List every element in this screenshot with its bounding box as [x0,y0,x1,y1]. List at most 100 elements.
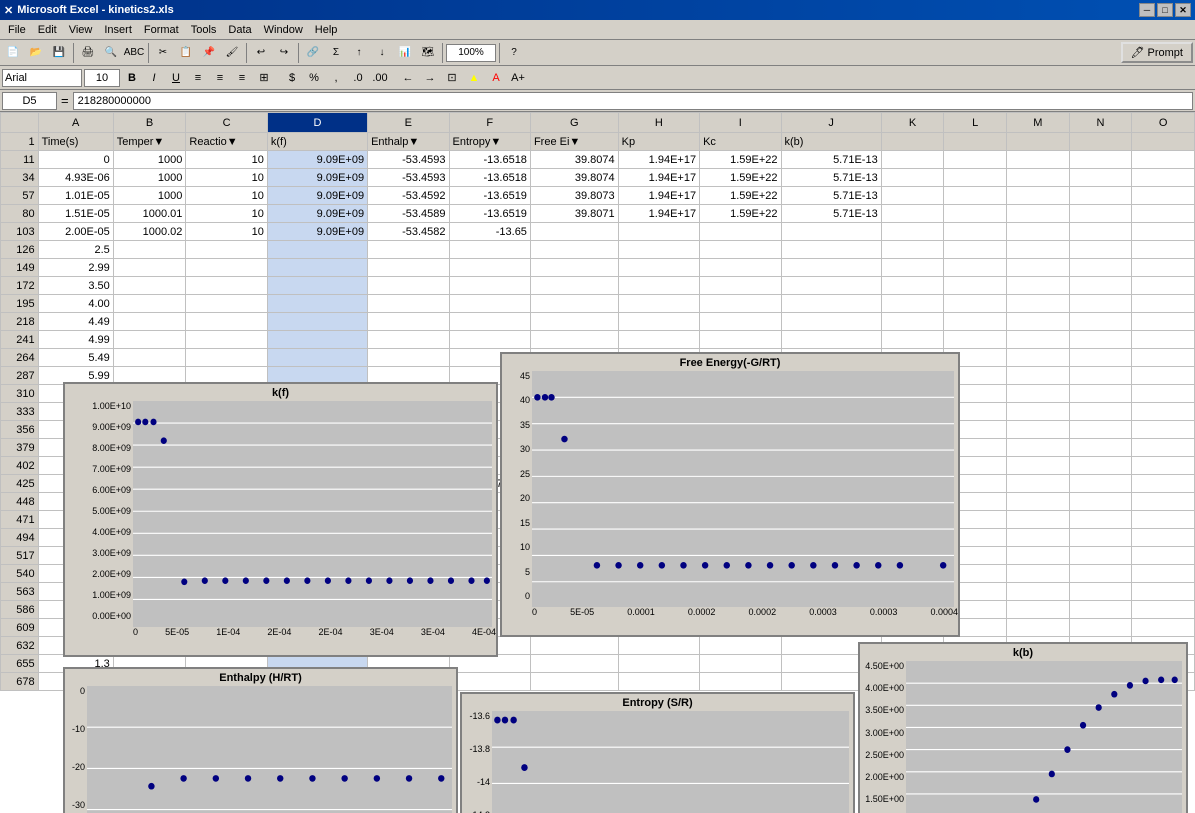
cell-r287-c13[interactable] [1069,367,1132,385]
cell-r287-c12[interactable] [1007,367,1070,385]
cell-r241-c12[interactable] [1007,331,1070,349]
cell-r149-c3[interactable] [267,259,367,277]
cell-r149-c8[interactable] [700,259,781,277]
cell-r402-c13[interactable] [1069,457,1132,475]
chart-kf[interactable]: k(f) 1.00E+10 9.00E+09 8.00E+09 7.00E+09… [63,382,498,657]
cell-r103-c12[interactable] [1007,223,1070,241]
cell-r1-c0[interactable]: Time(s) [38,133,113,151]
menu-edit[interactable]: Edit [32,22,63,38]
col-header-l[interactable]: L [944,113,1007,133]
cell-r310-c13[interactable] [1069,385,1132,403]
cell-r149-c10[interactable] [881,259,944,277]
align-left-button[interactable]: ≡ [188,68,208,88]
cell-r80-c1[interactable]: 1000.01 [113,205,186,223]
cell-r11-c7[interactable]: 1.94E+17 [618,151,699,169]
cell-r218-c5[interactable] [449,313,530,331]
menu-insert[interactable]: Insert [98,22,138,38]
cell-r241-c9[interactable] [781,331,881,349]
drawing-button[interactable]: 🗺 [417,42,439,64]
cell-r195-c9[interactable] [781,295,881,313]
cell-r103-c4[interactable]: -53.4582 [368,223,449,241]
zoom-input[interactable]: 100% [446,44,496,62]
cell-r149-c5[interactable] [449,259,530,277]
increase-indent-button[interactable]: → [420,68,440,88]
cell-r34-c14[interactable] [1132,169,1195,187]
cell-r333-c12[interactable] [1007,403,1070,421]
cell-r1-c8[interactable]: Kc [700,133,781,151]
col-header-c[interactable]: C [186,113,267,133]
cell-r1-c5[interactable]: Entropy▼ [449,133,530,151]
help-button[interactable]: ? [503,42,525,64]
cell-r195-c7[interactable] [618,295,699,313]
cell-r425-c14[interactable] [1132,475,1195,493]
cell-r356-c12[interactable] [1007,421,1070,439]
cell-r402-c12[interactable] [1007,457,1070,475]
cell-r103-c9[interactable] [781,223,881,241]
open-button[interactable]: 📂 [25,42,47,64]
cell-r172-c0[interactable]: 3.50 [38,277,113,295]
cell-r241-c1[interactable] [113,331,186,349]
cell-r632-c6[interactable] [530,637,618,655]
col-header-i[interactable]: I [700,113,781,133]
cell-r172-c10[interactable] [881,277,944,295]
cell-r241-c14[interactable] [1132,331,1195,349]
cell-r149-c13[interactable] [1069,259,1132,277]
cell-r126-c1[interactable] [113,241,186,259]
cell-r264-c3[interactable] [267,349,367,367]
cell-r103-c2[interactable]: 10 [186,223,267,241]
cell-r195-c8[interactable] [700,295,781,313]
menu-data[interactable]: Data [222,22,257,38]
cell-r1-c13[interactable] [1069,133,1132,151]
decrease-decimal-button[interactable]: .00 [370,68,390,88]
cell-r241-c0[interactable]: 4.99 [38,331,113,349]
save-button[interactable]: 💾 [48,42,70,64]
cell-r126-c9[interactable] [781,241,881,259]
cell-r149-c12[interactable] [1007,259,1070,277]
cell-r678-c6[interactable] [530,673,618,691]
cell-r586-c12[interactable] [1007,601,1070,619]
cell-r11-c14[interactable] [1132,151,1195,169]
cell-r425-c13[interactable] [1069,475,1132,493]
cell-r218-c14[interactable] [1132,313,1195,331]
cell-r678-c5[interactable] [449,673,530,691]
print-preview-button[interactable]: 🔍 [100,42,122,64]
cell-r126-c10[interactable] [881,241,944,259]
cell-r57-c13[interactable] [1069,187,1132,205]
cell-r149-c6[interactable] [530,259,618,277]
cell-r333-c13[interactable] [1069,403,1132,421]
print-button[interactable]: 🖨 [77,42,99,64]
cell-r80-c12[interactable] [1007,205,1070,223]
cell-r34-c11[interactable] [944,169,1007,187]
chart-free-energy[interactable]: Free Energy(-G/RT) 45 40 35 30 25 20 15 … [500,352,960,637]
menu-format[interactable]: Format [138,22,185,38]
cell-r241-c5[interactable] [449,331,530,349]
cell-r11-c10[interactable] [881,151,944,169]
cell-r218-c9[interactable] [781,313,881,331]
cell-r195-c14[interactable] [1132,295,1195,313]
copy-button[interactable]: 📋 [175,42,197,64]
cell-r241-c10[interactable] [881,331,944,349]
cell-r172-c6[interactable] [530,277,618,295]
cell-r11-c0[interactable]: 0 [38,151,113,169]
cell-r172-c5[interactable] [449,277,530,295]
col-header-o[interactable]: O [1132,113,1195,133]
cell-r103-c6[interactable] [530,223,618,241]
cell-r57-c1[interactable]: 1000 [113,187,186,205]
cell-r103-c11[interactable] [944,223,1007,241]
cell-r1-c12[interactable] [1007,133,1070,151]
col-header-f[interactable]: F [449,113,530,133]
cell-r34-c4[interactable]: -53.4593 [368,169,449,187]
cell-r57-c11[interactable] [944,187,1007,205]
chart-entropy[interactable]: Entropy (S/R) -13.6 -13.8 -14 -14.2 -14.… [460,692,855,813]
cell-r11-c9[interactable]: 5.71E-13 [781,151,881,169]
menu-window[interactable]: Window [258,22,309,38]
cell-r172-c1[interactable] [113,277,186,295]
cell-r218-c6[interactable] [530,313,618,331]
cell-r1-c11[interactable] [944,133,1007,151]
cell-r11-c2[interactable]: 10 [186,151,267,169]
cell-r195-c0[interactable]: 4.00 [38,295,113,313]
bold-button[interactable]: B [122,68,142,88]
cell-r218-c10[interactable] [881,313,944,331]
cell-r34-c10[interactable] [881,169,944,187]
cell-r80-c8[interactable]: 1.59E+22 [700,205,781,223]
